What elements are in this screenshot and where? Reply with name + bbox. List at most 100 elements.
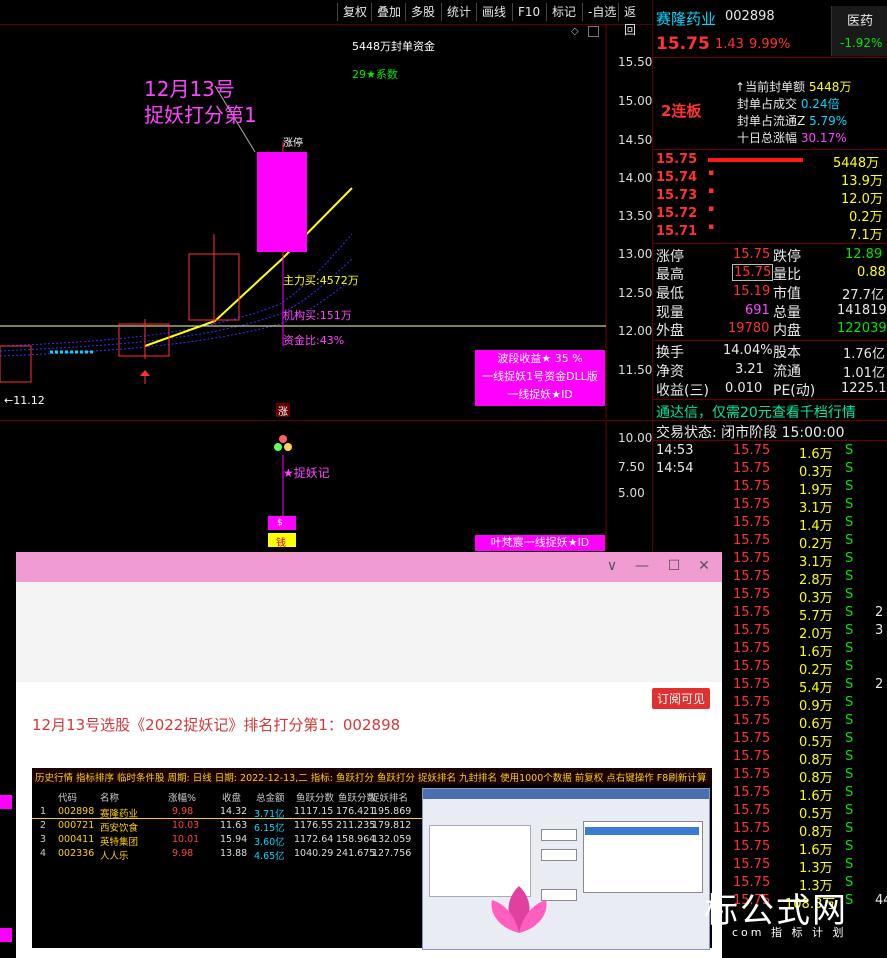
inner-table-cell: 9.98 [172, 848, 194, 859]
sub-tick: 7.50 [618, 460, 645, 474]
divider [653, 420, 887, 421]
indicator-canvas [268, 421, 607, 551]
book-price[interactable]: 15.74 [656, 170, 697, 185]
sub-info-box: 叶梵宸一线捉妖★ID [475, 535, 605, 551]
toolbar-back-button[interactable]: 返回 [618, 3, 652, 37]
inner-table-cell: 1040.29 [294, 848, 334, 859]
diamond-icon[interactable]: ◇ [571, 26, 579, 37]
dropdown-icon[interactable]: ∨ [602, 558, 622, 574]
tick-count: 44 [875, 893, 887, 908]
book-volume: 5448万 [833, 156, 880, 171]
article-popup-window[interactable]: ∨ — ☐ ✕ 订阅可见 12月13号选股《2022捉妖记》排名打分第1：002… [16, 552, 722, 958]
coef-label: 29★系数 [352, 68, 398, 81]
inner-table-cell: 英特集团 [100, 837, 139, 848]
fund-value: 3.21 [735, 362, 764, 377]
tick-side: S [845, 821, 854, 836]
tick-side: S [845, 461, 854, 476]
book-price[interactable]: 15.73 [656, 188, 697, 203]
subscribe-tag[interactable]: 订阅可见 [652, 688, 711, 709]
tick-side: S [845, 695, 854, 710]
inner-table-cell: 195.869 [372, 806, 412, 817]
book-price[interactable]: 15.71 [656, 224, 697, 239]
toolbar-multi-stock-button[interactable]: 多股 [405, 3, 440, 21]
maximize-icon[interactable]: ☐ [664, 558, 684, 574]
tick-price: 15.75 [733, 839, 771, 854]
tick-price: 15.75 [733, 803, 771, 818]
minimize-icon[interactable]: — [632, 558, 652, 574]
tick-side: S [845, 659, 854, 674]
indicator-chart[interactable]: 10.00 7.50 5.00 ★捉妖记 $ 钱 叶梵宸一线捉妖★ID [0, 420, 652, 551]
toolbar-f10-button[interactable]: F10 [512, 3, 545, 21]
annotation-date: 12月13号 [144, 77, 235, 101]
inner-table-cell: 000411 [58, 834, 95, 845]
tick-row: 15.75 0.2万 S [653, 532, 887, 552]
toolbar-draw-button[interactable]: 画线 [476, 3, 511, 21]
stat-value: 691 [745, 303, 770, 318]
sub-tick: 10.00 [618, 431, 653, 445]
book-price[interactable]: 15.75 [656, 152, 697, 167]
kline-chart[interactable]: 15.50 15.00 14.50 14.00 13.50 13.00 12.5… [0, 24, 652, 419]
inner-table-cell: 158.964 [336, 834, 376, 845]
sector-box[interactable]: 医药 -1.92% [831, 6, 887, 56]
tick-row: 15.75 3.1万 S [653, 496, 887, 516]
toolbar-remove-watchlist-button[interactable]: -自选 [582, 3, 621, 21]
toolbar-mark-button[interactable]: 标记 [546, 3, 581, 21]
inner-column-header: 鱼跃分数 [296, 793, 335, 804]
inner-table-cell: 176.421 [336, 806, 376, 817]
price-tick: 14.50 [618, 133, 653, 147]
fund-value: 1.76亿 [843, 347, 885, 362]
inner-table-cell: 6.15亿 [254, 823, 285, 834]
tick-side: S [845, 587, 854, 602]
ad-banner[interactable]: 通达信，仅需20元查看千档行情 [656, 402, 856, 422]
inner-table-cell: 3.60亿 [254, 837, 285, 848]
fund-value: 0.010 [725, 381, 763, 396]
maximize-icon[interactable] [588, 26, 599, 37]
tick-price: 15.75 [733, 569, 771, 584]
tick-price: 15.75 [733, 659, 771, 674]
inner-table-cell: 1 [40, 806, 47, 817]
fund-label: 股本 [773, 345, 801, 361]
sector-name: 医药 [847, 14, 874, 29]
stat-value: 15.75 [733, 247, 771, 262]
seal-value: 5.79% [809, 114, 848, 128]
inner-column-header: 名称 [100, 793, 120, 804]
tick-side: S [845, 857, 854, 872]
low-price-label: ←11.12 [4, 394, 45, 407]
toolbar-stats-button[interactable]: 统计 [441, 3, 476, 21]
tick-price: 15.75 [733, 821, 771, 836]
tick-price: 15.75 [733, 785, 771, 800]
tick-price: 15.75 [733, 857, 771, 872]
tick-side: S [845, 623, 854, 638]
inner-table-cell: 127.756 [372, 848, 412, 859]
inner-column-header: 总金额 [256, 793, 285, 804]
book-dot: ▪ [708, 204, 715, 214]
low-price-value: 11.12 [13, 394, 45, 407]
tick-price: 15.75 [733, 731, 771, 746]
lotus-logo-icon [491, 886, 547, 933]
tick-time: 14:53 [656, 443, 694, 458]
inner-table-cell: 1117.15 [294, 806, 334, 817]
tick-price: 15.75 [733, 677, 771, 692]
book-dot: ▪ [708, 168, 715, 178]
inner-table-cell: 000721 [58, 820, 95, 831]
price-change-pct: 9.99% [749, 37, 791, 52]
inner-table-cell: 13.88 [220, 848, 248, 859]
fund-label: 换手 [656, 345, 684, 361]
info-box: 波段收益★ 35 % 一线捉妖1号资金DLL版 一线捉妖★ID [475, 350, 605, 406]
inner-table-cell: 241.675 [336, 848, 376, 859]
buy-arrow-icon [140, 370, 150, 376]
book-price[interactable]: 15.72 [656, 206, 697, 221]
stat-value: 19780 [728, 321, 770, 336]
toolbar-overlay-button[interactable]: 叠加 [371, 3, 406, 21]
limit-up-tag: 涨停 [283, 138, 303, 149]
seal-row: 封单占成交 0.24倍 [737, 95, 840, 112]
inner-dialog-selected-row [585, 827, 699, 835]
tick-row: 14:54 15.75 0.3万 S [653, 460, 887, 480]
popup-titlebar[interactable]: ∨ — ☐ ✕ [16, 552, 722, 582]
toolbar-fuquan-button[interactable]: 复权 [337, 3, 372, 21]
fund-label: 收益(三) [656, 383, 709, 399]
stat-value: 15.19 [733, 284, 771, 299]
zhang-mark: 涨 [276, 403, 290, 418]
close-icon[interactable]: ✕ [694, 558, 714, 574]
seal-row: 十日总涨幅 30.17% [737, 129, 847, 146]
